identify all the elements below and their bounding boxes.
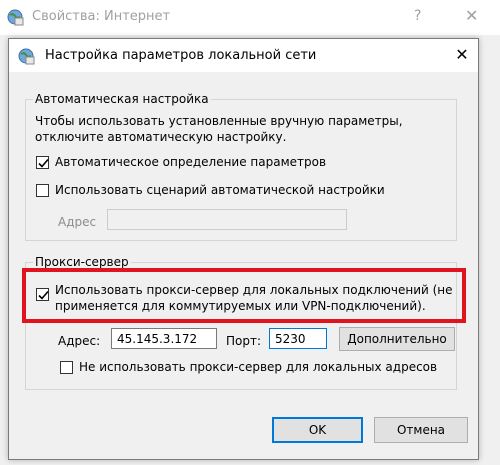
dialog-close-icon[interactable]: ✕ xyxy=(452,45,472,65)
bypass-local-label[interactable]: Не использовать прокси-сервер для локаль… xyxy=(79,360,437,374)
proxy-address-label: Адрес: xyxy=(58,334,101,348)
auto-config-description-line1: Чтобы использовать установленные вручную… xyxy=(35,114,403,128)
advanced-button[interactable]: Дополнительно xyxy=(339,327,455,351)
proxy-server-legend: Прокси-сервер xyxy=(33,255,131,269)
internet-options-icon xyxy=(17,47,35,65)
internet-options-icon xyxy=(6,8,24,26)
bypass-local-checkbox[interactable] xyxy=(60,361,73,374)
dialog-title: Настройка параметров локальной сети xyxy=(45,48,317,63)
script-address-input xyxy=(107,209,347,230)
use-script-label[interactable]: Использовать сценарий автоматической нас… xyxy=(55,183,385,197)
auto-detect-checkbox[interactable] xyxy=(36,156,49,169)
auto-detect-label[interactable]: Автоматическое определение параметров xyxy=(55,155,326,169)
auto-config-description-line2: отключите автоматическую настройку. xyxy=(35,130,287,144)
dialog-titlebar: Настройка параметров локальной сети ✕ xyxy=(9,39,478,72)
proxy-highlight-box xyxy=(22,268,466,323)
close-icon[interactable]: ✕ xyxy=(465,6,478,25)
help-button[interactable]: ? xyxy=(414,8,421,24)
proxy-address-input[interactable] xyxy=(111,328,217,349)
internet-properties-titlebar: Свойства: Интернет ? ✕ xyxy=(0,0,500,35)
cancel-button[interactable]: Отмена xyxy=(374,417,468,443)
check-mark-icon xyxy=(38,158,49,168)
ok-button[interactable]: OK xyxy=(272,417,363,443)
use-script-checkbox[interactable] xyxy=(36,184,49,197)
proxy-port-label: Порт: xyxy=(226,334,262,348)
script-address-label: Адрес xyxy=(58,215,97,229)
auto-config-legend: Автоматическая настройка xyxy=(33,92,211,106)
window-edge xyxy=(482,35,500,465)
internet-properties-title: Свойства: Интернет xyxy=(32,9,171,24)
proxy-port-input[interactable] xyxy=(269,328,327,349)
